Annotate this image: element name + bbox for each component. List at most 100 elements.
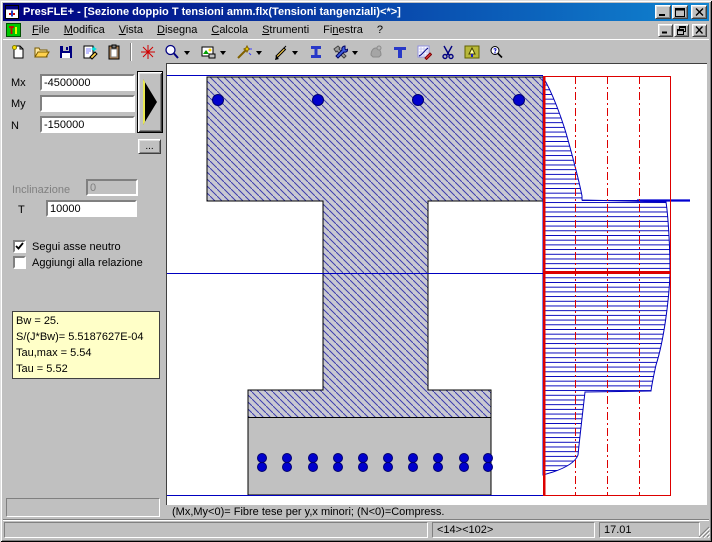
dropdown-arrow-icon[interactable]: [292, 51, 298, 58]
app-icon: [5, 5, 19, 19]
pen-icon: [272, 44, 288, 60]
statusbar-cell-time: 17.01: [599, 522, 700, 538]
lamp-icon: [464, 44, 480, 60]
menu-finestra[interactable]: Finestra: [316, 22, 370, 39]
inclinazione-label: Inclinazione: [12, 184, 70, 196]
checkbox-label: Aggiungi alla relazione: [32, 257, 143, 269]
document-icon[interactable]: [6, 23, 21, 37]
menu-calcola[interactable]: Calcola: [204, 22, 255, 39]
menu-strumenti[interactable]: Strumenti: [255, 22, 316, 39]
origin-icon: [140, 44, 156, 60]
t-label: T: [18, 204, 25, 216]
find-icon: [488, 44, 504, 60]
minimize-icon: [658, 8, 668, 17]
status-hint: (Mx,My<0)= Fibre tese per y,x minori; (N…: [172, 505, 692, 519]
new-icon: [10, 44, 26, 60]
open-icon: [34, 44, 50, 60]
mdi-close-button[interactable]: [692, 24, 707, 37]
view-icon: [200, 44, 216, 60]
menu-modifica[interactable]: Modifica: [57, 22, 112, 39]
my-label: My: [11, 98, 26, 110]
tools-icon: [332, 44, 348, 60]
maximize-button[interactable]: [672, 5, 688, 19]
menu-file[interactable]: File: [25, 22, 57, 39]
apply-loads-button[interactable]: [137, 71, 163, 133]
results-box: Bw = 25. S/(J*Bw)= 5.5187627E-04 Tau,max…: [12, 311, 160, 379]
message-box: [6, 498, 160, 517]
stirrup-button: [364, 41, 388, 63]
section-canvas: [167, 64, 707, 505]
mx-input[interactable]: [40, 74, 135, 91]
i-section-button[interactable]: [304, 41, 328, 63]
mdi-restore-icon: [677, 26, 686, 35]
find-button[interactable]: [484, 41, 508, 63]
result-line: Tau = 5.52: [16, 361, 156, 377]
paste-icon: [106, 44, 122, 60]
chart-button[interactable]: [412, 41, 436, 63]
app-window: PresFLE+ - [Sezione doppio T tensioni am…: [0, 0, 712, 542]
zoom-icon: [164, 44, 180, 60]
inclinazione-input: [86, 179, 138, 196]
origin-button[interactable]: [136, 41, 160, 63]
dropdown-arrow-icon[interactable]: [220, 51, 226, 58]
chart-icon: [416, 44, 432, 60]
dropdown-arrow-icon[interactable]: [352, 51, 358, 58]
statusbar-cell-main: [4, 522, 428, 538]
checkbox-box[interactable]: [13, 240, 26, 253]
t-section-button[interactable]: [388, 41, 412, 63]
n-input[interactable]: [40, 116, 135, 133]
dropdown-arrow-icon[interactable]: [184, 51, 190, 58]
menu-[interactable]: ?: [370, 22, 390, 39]
apply-arrow-icon: [140, 76, 160, 128]
minimize-button[interactable]: [655, 5, 671, 19]
mdi-close-icon: [695, 26, 704, 34]
shear-stress-diagram: [543, 76, 690, 496]
menu-disegna[interactable]: Disegna: [150, 22, 204, 39]
segui-asse-neutro-checkbox[interactable]: Segui asse neutro: [13, 240, 121, 253]
title-bar: PresFLE+ - [Sezione doppio T tensioni am…: [3, 3, 709, 21]
zoom-button[interactable]: [160, 41, 184, 63]
menu-vista[interactable]: Vista: [112, 22, 150, 39]
concrete-section: [207, 77, 543, 495]
lamp-button[interactable]: [460, 41, 484, 63]
save-button[interactable]: [54, 41, 78, 63]
n-label: N: [11, 120, 19, 132]
close-button[interactable]: [691, 5, 707, 19]
result-line: S/(J*Bw)= 5.5187627E-04: [16, 329, 156, 345]
checkbox-label: Segui asse neutro: [32, 241, 121, 253]
t-input[interactable]: [46, 200, 137, 217]
paste-button[interactable]: [102, 41, 126, 63]
cut-button[interactable]: [436, 41, 460, 63]
report-icon: [82, 44, 98, 60]
open-button[interactable]: [30, 41, 54, 63]
statusbar-cell-coords: <14><102>: [432, 522, 595, 538]
result-line: Bw = 25.: [16, 313, 156, 329]
more-options-button[interactable]: ...: [138, 139, 161, 154]
my-input[interactable]: [40, 95, 135, 112]
resize-grip-icon: [698, 526, 710, 538]
divider: [3, 519, 709, 521]
checkbox-box[interactable]: [13, 256, 26, 269]
wand-button[interactable]: [232, 41, 256, 63]
aggiungi-relazione-checkbox[interactable]: Aggiungi alla relazione: [13, 256, 143, 269]
report-button[interactable]: [78, 41, 102, 63]
menu-items: FileModificaVistaDisegnaCalcolaStrumenti…: [25, 22, 390, 39]
cut-icon: [440, 44, 456, 60]
stirrup-icon: [368, 44, 384, 60]
resize-grip[interactable]: [698, 526, 710, 541]
check-icon: [15, 242, 24, 251]
close-icon: [695, 8, 704, 16]
menu-bar: FileModificaVistaDisegnaCalcolaStrumenti…: [3, 21, 709, 39]
toolbar-separator: [130, 43, 132, 61]
window-title: PresFLE+ - [Sezione doppio T tensioni am…: [23, 6, 401, 18]
mdi-minimize-button[interactable]: [658, 24, 673, 37]
tools-button[interactable]: [328, 41, 352, 63]
dropdown-arrow-icon[interactable]: [256, 51, 262, 58]
pen-button[interactable]: [268, 41, 292, 63]
maximize-icon: [675, 8, 685, 17]
new-button[interactable]: [6, 41, 30, 63]
view-button[interactable]: [196, 41, 220, 63]
mdi-restore-button[interactable]: [674, 24, 689, 37]
drawing-canvas: [166, 63, 707, 505]
mdi-minimize-icon: [661, 26, 670, 34]
